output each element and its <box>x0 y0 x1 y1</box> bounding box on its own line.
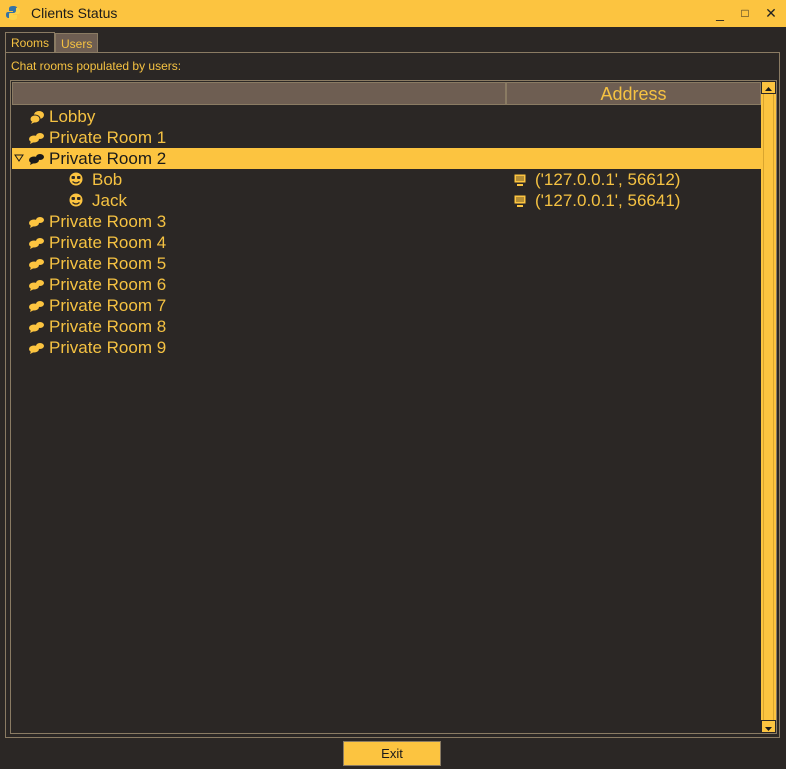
window-title: Clients Status <box>31 5 118 21</box>
tab-users[interactable]: Users <box>55 33 99 52</box>
close-button[interactable]: ✕ <box>760 2 782 24</box>
computer-icon <box>513 193 527 213</box>
column-header-address[interactable]: Address <box>506 82 761 105</box>
private-chat-icon <box>29 340 45 360</box>
private-chat-icon <box>29 235 45 255</box>
tab-rooms[interactable]: Rooms <box>5 32 56 53</box>
smiley-icon <box>68 171 84 192</box>
room-name: Private Room 7 <box>49 296 167 315</box>
user-address: ('127.0.0.1', 56641) <box>535 191 681 210</box>
tree-row-room[interactable]: Private Room 4 <box>12 232 762 253</box>
room-name: Private Room 5 <box>49 254 167 273</box>
tree-row-room[interactable]: Private Room 1 <box>12 127 762 148</box>
user-name: Bob <box>92 170 123 189</box>
private-chat-icon <box>29 298 45 318</box>
private-chat-icon <box>29 130 45 150</box>
minimize-button[interactable]: _ <box>709 2 731 24</box>
room-name: Private Room 9 <box>49 338 167 357</box>
private-chat-icon <box>29 214 45 234</box>
room-name: Private Room 4 <box>49 233 167 252</box>
tree-row-room[interactable]: Private Room 5 <box>12 253 762 274</box>
group-chat-icon <box>29 109 45 129</box>
tree-row-room[interactable]: Private Room 3 <box>12 211 762 232</box>
room-name: Private Room 3 <box>49 212 167 231</box>
room-name: Private Room 1 <box>49 128 167 147</box>
private-chat-icon <box>29 277 45 297</box>
expander-open-icon[interactable] <box>14 153 24 163</box>
exit-button[interactable]: Exit <box>343 741 441 766</box>
tree-row-room[interactable]: Private Room 9 <box>12 337 762 358</box>
tree-row-room[interactable]: Private Room 8 <box>12 316 762 337</box>
rooms-tree[interactable]: Address Lobby Private Room 1 Private Room … <box>10 80 777 734</box>
tree-row-room[interactable]: Private Room 2 <box>12 148 762 169</box>
scroll-down-button[interactable] <box>761 720 776 733</box>
tree-row-user[interactable]: Bob ('127.0.0.1', 56612) <box>12 169 762 190</box>
room-name: Lobby <box>49 107 96 126</box>
private-chat-icon <box>29 151 45 171</box>
title-bar: Clients Status _ □ ✕ <box>0 0 786 27</box>
private-chat-icon <box>29 319 45 339</box>
user-address: ('127.0.0.1', 56612) <box>535 170 681 189</box>
vertical-scrollbar[interactable] <box>761 81 776 733</box>
scroll-up-button[interactable] <box>761 81 776 94</box>
room-name: Private Room 8 <box>49 317 167 336</box>
panel-caption: Chat rooms populated by users: <box>11 59 182 73</box>
tree-row-room[interactable]: Private Room 7 <box>12 295 762 316</box>
scroll-thumb[interactable] <box>763 94 774 720</box>
smiley-icon <box>68 192 84 213</box>
room-name: Private Room 2 <box>49 149 167 168</box>
tree-row-room[interactable]: Private Room 6 <box>12 274 762 295</box>
room-name: Private Room 6 <box>49 275 167 294</box>
private-chat-icon <box>29 256 45 276</box>
column-header-name[interactable] <box>12 82 506 105</box>
user-name: Jack <box>92 191 127 210</box>
tree-row-user[interactable]: Jack ('127.0.0.1', 56641) <box>12 190 762 211</box>
maximize-button[interactable]: □ <box>734 2 756 24</box>
arrow-down-icon <box>765 727 772 731</box>
tree-row-room[interactable]: Lobby <box>12 106 762 127</box>
python-app-icon <box>6 6 20 20</box>
computer-icon <box>513 172 527 192</box>
